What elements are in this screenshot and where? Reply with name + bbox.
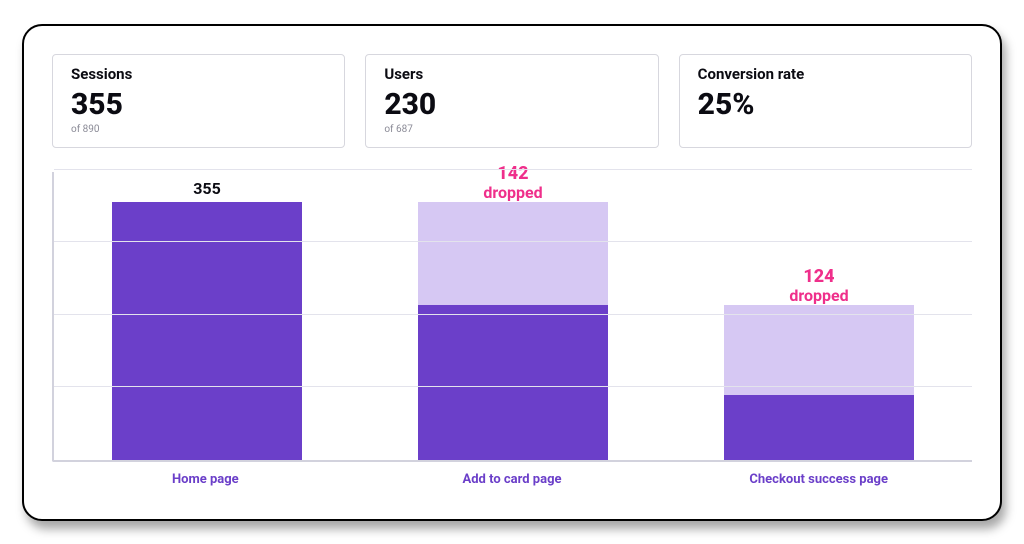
card-sessions-title: Sessions <box>71 65 326 83</box>
funnel-step-dropped-label: dropped <box>724 286 914 305</box>
funnel-step: 213142dropped <box>360 172 666 460</box>
card-sessions: Sessions 355 of 890 <box>52 54 345 148</box>
card-sessions-value: 355 <box>71 87 326 122</box>
funnel-step-remaining-bar <box>418 305 608 459</box>
funnel-step-dropped-value: 124 <box>724 266 914 287</box>
card-users-sub: of 687 <box>384 124 639 135</box>
summary-cards-row: Sessions 355 of 890 Users 230 of 687 Con… <box>52 54 972 148</box>
funnel-step-remaining-bar <box>724 395 914 460</box>
funnel-step: 355 <box>54 172 360 460</box>
funnel-step-dropped-bar <box>418 202 608 305</box>
card-users-title: Users <box>384 65 639 83</box>
chart-gridline <box>54 169 972 170</box>
funnel-step-stack: 89124dropped <box>724 305 914 459</box>
funnel-chart-bars: 355 213142dropped 89124dropped <box>54 172 972 460</box>
card-sessions-sub: of 890 <box>71 124 326 135</box>
dashboard-panel: Sessions 355 of 890 Users 230 of 687 Con… <box>22 24 1002 521</box>
funnel-step: 89124dropped <box>666 172 972 460</box>
chart-gridline <box>54 241 972 242</box>
funnel-chart-x-labels: Home pageAdd to card pageCheckout succes… <box>52 472 972 487</box>
card-users-value: 230 <box>384 87 639 122</box>
card-conversion-title: Conversion rate <box>698 65 953 83</box>
funnel-step-x-label: Add to card page <box>359 472 666 487</box>
chart-gridline <box>54 314 972 315</box>
card-users: Users 230 of 687 <box>365 54 658 148</box>
funnel-step-x-label: Home page <box>52 472 359 487</box>
chart-gridline <box>54 386 972 387</box>
funnel-chart: 355 213142dropped 89124dropped <box>52 172 972 462</box>
funnel-step-dropped-bar <box>724 305 914 395</box>
funnel-step-remaining-value: 355 <box>112 179 302 198</box>
funnel-step-dropped-label: dropped <box>418 183 608 202</box>
funnel-step-x-label: Checkout success page <box>665 472 972 487</box>
funnel-step-dropped-value: 142 <box>418 163 608 184</box>
card-conversion: Conversion rate 25% <box>679 54 972 148</box>
card-conversion-value: 25% <box>698 87 953 122</box>
